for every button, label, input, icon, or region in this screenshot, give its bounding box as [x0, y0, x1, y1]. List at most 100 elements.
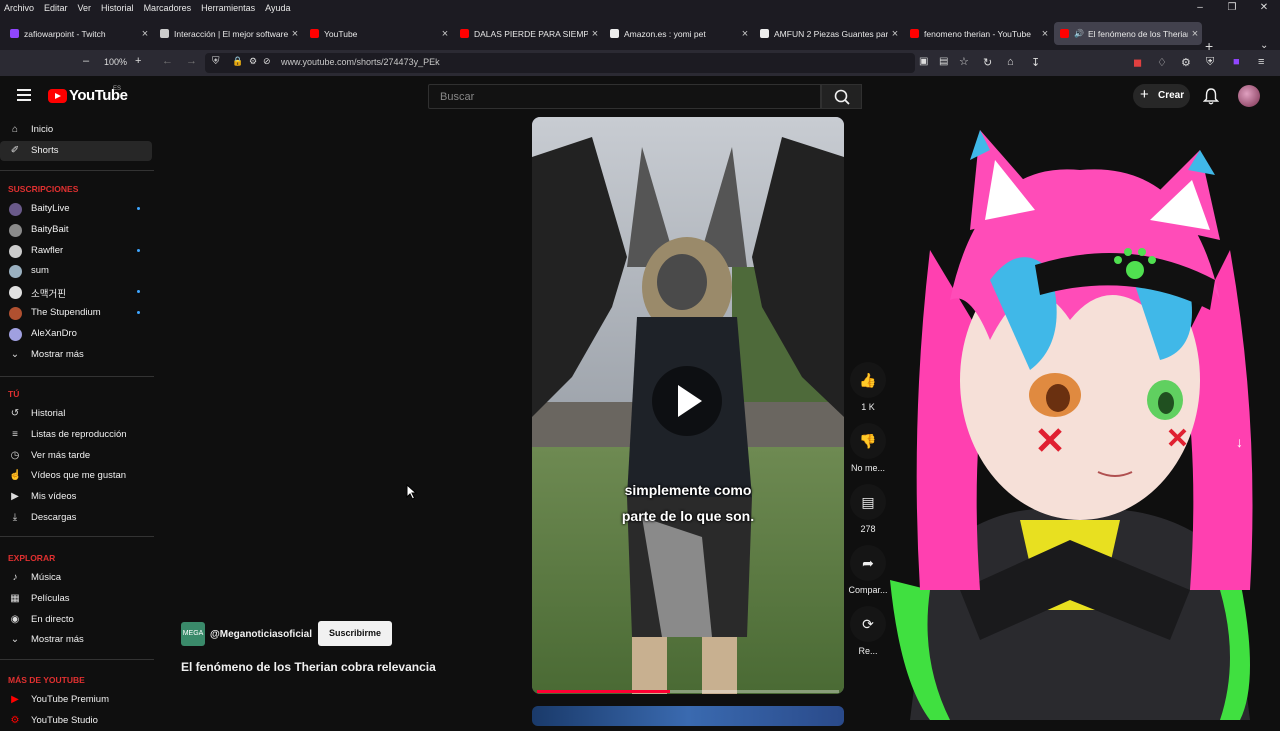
sidebar-item[interactable]: BaityBait [0, 220, 152, 240]
menu-editar[interactable]: Editar [44, 3, 68, 13]
sidebar-item[interactable]: ♪ Música [0, 568, 152, 588]
sidebar-item[interactable]: AleXanDro [0, 324, 152, 344]
tab-active[interactable]: 🔊 El fenómeno de los Therian × [1054, 22, 1202, 45]
music-icon: ♪ [12, 572, 18, 583]
twitch-icon [10, 29, 19, 38]
hamburger-menu-icon[interactable] [17, 89, 31, 101]
sidebar-item[interactable]: Rawfler [0, 241, 152, 261]
back-icon[interactable]: ← [162, 55, 173, 67]
channel-avatar [9, 244, 22, 258]
menu-marcadores[interactable]: Marcadores [144, 3, 192, 13]
close-tab-icon[interactable]: × [738, 28, 752, 40]
extension-icon[interactable]: ◼ [1133, 56, 1142, 69]
close-tab-icon[interactable]: × [438, 28, 452, 40]
home-icon[interactable]: ⌂ [1007, 56, 1014, 68]
notifications-bell-icon[interactable] [1203, 88, 1219, 105]
sidebar-item-label: Música [31, 572, 62, 583]
search-button[interactable] [821, 84, 862, 109]
reload-icon[interactable]: ↻ [983, 56, 992, 69]
sidebar-item[interactable]: ▦ Películas [0, 589, 152, 609]
sidebar-item[interactable]: ⚙ YouTube Studio [0, 711, 152, 731]
menu-herramientas[interactable]: Herramientas [201, 3, 255, 13]
sidebar-item[interactable]: ☝ Vídeos que me gustan [0, 466, 152, 486]
sidebar-item[interactable]: The Stupendium [0, 303, 152, 323]
sidebar-item-label: 소맥거핀 [31, 289, 66, 301]
sidebar-item-label: YouTube Premium [31, 694, 109, 705]
channel-avatar[interactable]: MEGA [181, 622, 205, 646]
user-avatar[interactable] [1238, 85, 1260, 107]
play-button[interactable] [652, 366, 722, 436]
youtube-header: YouTube ES Buscar + Crear [0, 76, 1280, 116]
close-tab-icon[interactable]: × [888, 28, 902, 40]
close-tab-icon[interactable]: × [1188, 28, 1202, 40]
sidebar-item[interactable]: BaityLive [0, 199, 152, 219]
subscribe-button[interactable]: Suscribirme [318, 621, 392, 646]
channel-name[interactable]: @Meganoticiasoficial [210, 629, 312, 640]
youtube-logo-icon[interactable] [48, 89, 67, 103]
sidebar-item[interactable]: ≡ Listas de reproducción [0, 425, 152, 445]
permissions-icon[interactable]: ⚙ [249, 56, 257, 67]
youtube-studio-icon: ⚙ [10, 714, 20, 726]
settings-icon[interactable]: ⚙ [1181, 56, 1191, 69]
download-icon[interactable]: ↧ [1031, 56, 1040, 69]
tab[interactable]: Interacción | El mejor software p × [154, 22, 302, 45]
scroll-down-arrow-icon[interactable]: ↓ [1236, 434, 1243, 450]
autoplay-blocked-icon[interactable]: ⊘ [263, 56, 271, 67]
lock-icon[interactable]: 🔒 [232, 56, 243, 67]
url-bar[interactable]: ⛨ 🔒 ⚙ ⊘ www.youtube.com/shorts/274473y_P… [205, 53, 969, 73]
new-content-dot [137, 248, 140, 252]
sidebar-item[interactable]: ⌄ Mostrar más [0, 630, 152, 650]
menu-archivo[interactable]: Archivo [4, 3, 34, 13]
sidebar-item-shorts[interactable]: ✐ Shorts [0, 141, 152, 161]
search-input[interactable]: Buscar [428, 84, 821, 109]
bookmark-star-icon[interactable]: ☆ [959, 55, 969, 68]
forward-icon[interactable]: → [186, 55, 197, 67]
twitch-extension-icon[interactable]: ■ [1233, 56, 1240, 68]
minimize-icon[interactable]: – [1184, 0, 1216, 16]
zoom-in-icon[interactable]: + [135, 55, 141, 67]
zoom-out-icon[interactable]: – [83, 55, 89, 67]
sidebar-item[interactable]: ◉ En directo [0, 610, 152, 630]
menu-ayuda[interactable]: Ayuda [265, 3, 290, 13]
url-text[interactable]: www.youtube.com/shorts/274473y_PEk [281, 57, 440, 67]
sidebar-item[interactable]: 소맥거핀 [0, 282, 152, 302]
tab[interactable]: Amazon.es : yomi pet × [604, 22, 752, 45]
shield-icon[interactable]: ⛨ [212, 56, 220, 67]
reader-view-icon[interactable]: ▣ [919, 56, 928, 67]
app-menu-icon[interactable]: ≡ [1258, 56, 1264, 68]
restore-icon[interactable]: ❐ [1216, 0, 1248, 16]
extensions-puzzle-icon[interactable]: ♢ [1157, 56, 1167, 69]
tab[interactable]: DALAS PIERDE PARA SIEMPRE Y × [454, 22, 602, 45]
create-button[interactable]: + Crear [1133, 84, 1190, 108]
close-tab-icon[interactable]: × [1038, 28, 1052, 40]
ublock-icon[interactable]: ⛨ [1206, 56, 1214, 69]
site-icon [160, 29, 169, 38]
short-video-player[interactable]: simplemente como parte de lo que son. [532, 117, 844, 694]
screenshot-icon[interactable]: ▤ [939, 56, 948, 67]
menu-historial[interactable]: Historial [101, 3, 134, 13]
sidebar-item[interactable]: ◷ Ver más tarde [0, 446, 152, 466]
live-icon: ◉ [10, 613, 20, 625]
speaker-icon[interactable]: 🔊 [1074, 29, 1084, 38]
sidebar-item[interactable]: ⤓ Descargas [0, 508, 152, 528]
close-window-icon[interactable]: ✕ [1248, 0, 1280, 16]
menu-ver[interactable]: Ver [78, 3, 92, 13]
tab[interactable]: AMFUN 2 Piezas Guantes para × [754, 22, 902, 45]
short-title[interactable]: El fenómeno de los Therian cobra relevan… [181, 660, 436, 674]
sidebar-item[interactable]: ▶ Mis vídeos [0, 487, 152, 507]
close-tab-icon[interactable]: × [288, 28, 302, 40]
sidebar-item[interactable]: sum [0, 261, 152, 281]
tab[interactable]: zafiowarpoint - Twitch × [4, 22, 152, 45]
sidebar-item-inicio[interactable]: ⌂ Inicio [0, 120, 152, 140]
zoom-level[interactable]: 100% [104, 57, 127, 67]
sidebar-item[interactable]: ▶ YouTube Premium [0, 690, 152, 710]
sidebar-item-label: BaityLive [31, 203, 70, 214]
video-progress-bar[interactable] [537, 690, 839, 693]
tab[interactable]: YouTube × [304, 22, 452, 45]
next-short-preview[interactable] [532, 706, 844, 726]
sidebar-item[interactable]: ⌄ Mostrar más [0, 345, 152, 365]
tab[interactable]: fenomeno therian - YouTube × [904, 22, 1052, 45]
sidebar-item[interactable]: ↺ Historial [0, 404, 152, 424]
close-tab-icon[interactable]: × [588, 28, 602, 40]
close-tab-icon[interactable]: × [138, 28, 152, 40]
